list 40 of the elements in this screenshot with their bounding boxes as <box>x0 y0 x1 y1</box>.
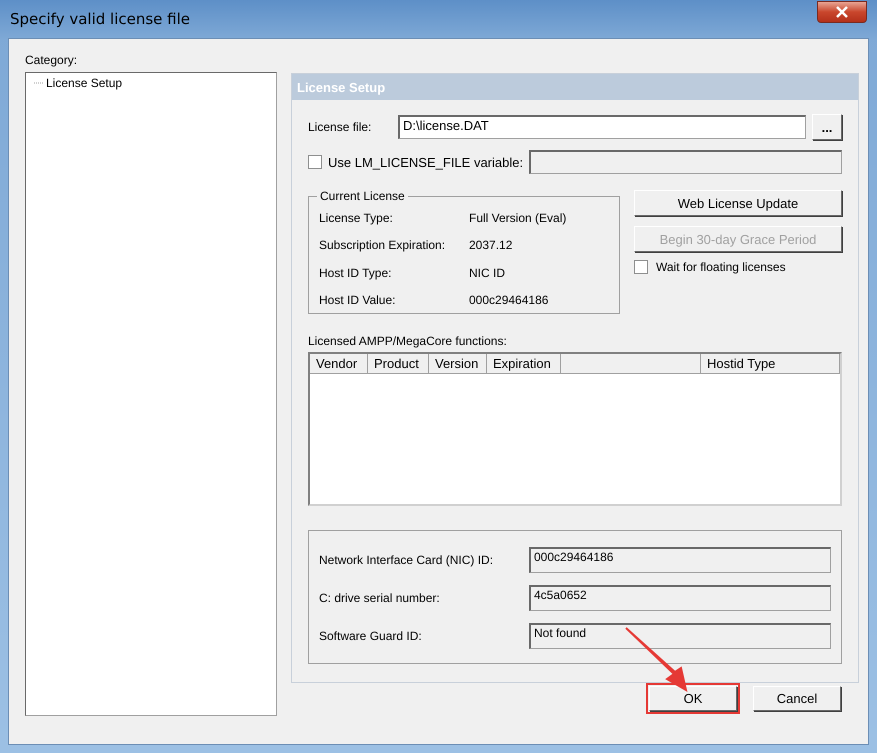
variable-field[interactable] <box>529 150 842 174</box>
info-label: License Type: <box>319 211 394 227</box>
info-label: Subscription Expiration: <box>319 238 446 254</box>
host-id-label: Software Guard ID: <box>319 629 423 643</box>
info-value: Full Version (Eval) <box>469 211 568 227</box>
column-header[interactable]: Expiration <box>487 354 561 374</box>
license-file-label: License file: <box>308 120 372 134</box>
close-icon <box>835 6 849 18</box>
column-header[interactable]: Hostid Type <box>701 354 840 374</box>
checkbox-label: Use LM_LICENSE_FILE variable: <box>328 154 524 170</box>
info-value: 2037.12 <box>469 238 514 254</box>
host-id-field: 000c29464186 <box>529 547 831 573</box>
host-id-field: 4c5a0652 <box>529 585 831 611</box>
tree-line-icon <box>34 82 44 84</box>
close-button[interactable] <box>817 1 867 23</box>
category-label: Category: <box>25 53 78 67</box>
column-header[interactable]: Vendor <box>310 354 368 374</box>
browse-button[interactable]: ... <box>812 114 842 140</box>
license-file-field[interactable]: D:\license.DAT <box>398 115 806 139</box>
tree-item[interactable]: License Setup <box>44 75 124 91</box>
host-id-field: Not found <box>529 623 831 649</box>
group-title: Current License <box>317 189 408 203</box>
column-header[interactable]: Version <box>429 354 487 374</box>
column-header[interactable]: Product <box>368 354 429 374</box>
host-id-label: C: drive serial number: <box>319 591 441 605</box>
checkbox[interactable] <box>634 260 648 274</box>
host-id-label: Network Interface Card (NIC) ID: <box>319 553 494 567</box>
functions-label: Licensed AMPP/MegaCore functions: <box>308 334 508 348</box>
column-header[interactable] <box>561 354 701 374</box>
action-button[interactable]: Web License Update <box>634 190 842 216</box>
checkbox[interactable] <box>308 155 322 169</box>
info-label: Host ID Value: <box>319 292 396 309</box>
dialog-button[interactable]: Cancel <box>753 686 841 711</box>
info-value: NIC ID <box>469 266 506 282</box>
info-value: 000c29464186 <box>469 292 550 309</box>
checkbox-label: Wait for floating licenses <box>656 260 786 274</box>
window-title: Specify valid license file <box>10 10 190 28</box>
panel-title: License Setup <box>292 74 858 100</box>
info-label: Host ID Type: <box>319 266 392 282</box>
dialog-button[interactable]: OK <box>649 686 737 711</box>
